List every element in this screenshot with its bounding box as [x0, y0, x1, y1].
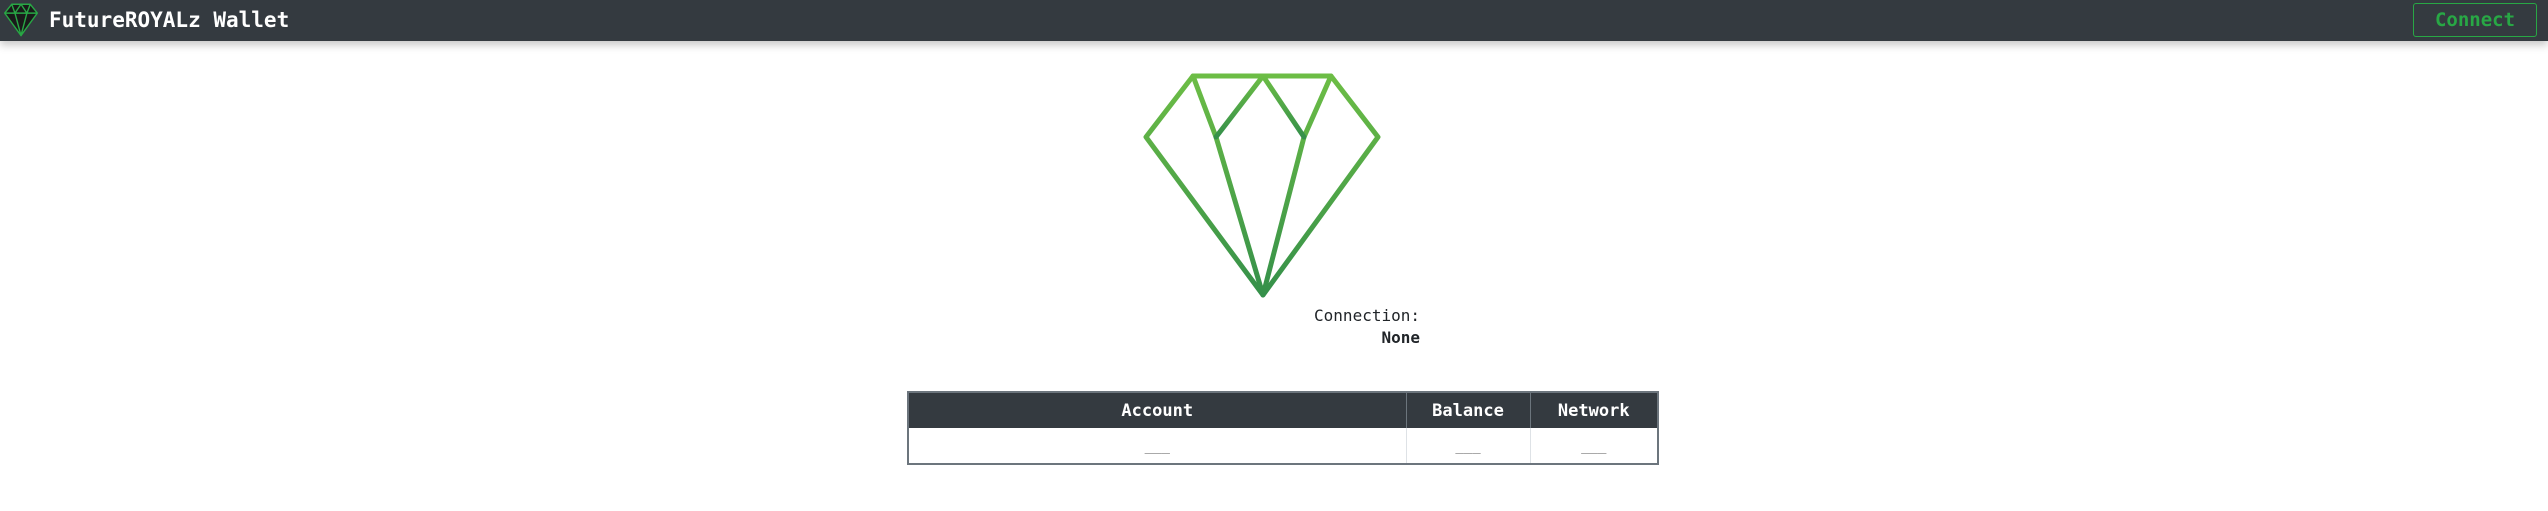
app-title[interactable]: FutureROYALz Wallet [49, 0, 289, 41]
account-cell: ___ [908, 428, 1407, 464]
account-table: Account Balance Network ___ ___ ___ [907, 391, 1659, 465]
diamond-icon [1143, 73, 1381, 298]
column-header-account: Account [908, 392, 1407, 428]
network-cell: ___ [1530, 428, 1658, 464]
connection-label: Connection: [1314, 306, 1420, 325]
column-header-network: Network [1530, 392, 1658, 428]
balance-cell: ___ [1406, 428, 1531, 464]
table-row: ___ ___ ___ [908, 428, 1658, 464]
navbar: FutureROYALz Wallet Connect [0, 0, 2548, 41]
connection-status: None [1381, 328, 1420, 347]
table-header-row: Account Balance Network [908, 392, 1658, 428]
column-header-balance: Balance [1406, 392, 1531, 428]
diamond-icon[interactable] [4, 3, 38, 37]
connect-button[interactable]: Connect [2413, 3, 2537, 37]
